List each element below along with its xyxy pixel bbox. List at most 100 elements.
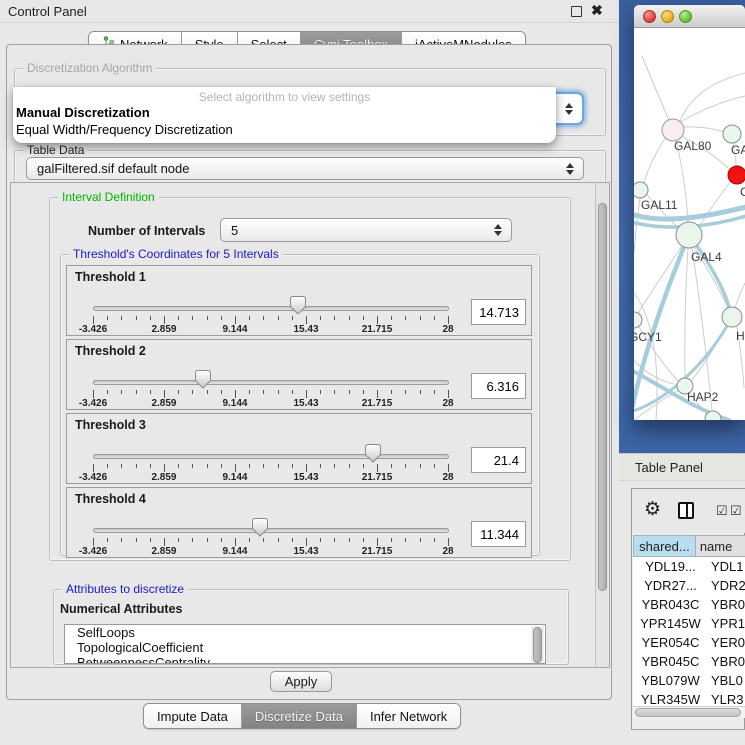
table-row[interactable]: YBR045CYBR0 <box>633 652 745 671</box>
table-data-value: galFiltered.sif default node <box>37 161 189 176</box>
algorithm-dropdown-popup: Select algorithm to view settings Manual… <box>13 87 556 143</box>
minimize-traffic-icon[interactable] <box>661 10 674 23</box>
attribute-list-item[interactable]: SelfLoops <box>65 625 545 640</box>
slider-handle[interactable] <box>290 296 306 315</box>
numerical-attributes-list[interactable]: SelfLoopsTopologicalCoefficientBetweenne… <box>64 624 546 664</box>
slider-tick <box>448 538 449 546</box>
close-icon[interactable]: ✖ <box>591 2 603 19</box>
attribute-list-item[interactable]: BetweennessCentrality <box>65 655 545 664</box>
close-traffic-icon[interactable] <box>643 10 656 23</box>
number-of-intervals-label: Number of Intervals <box>88 224 205 238</box>
float-window-icon[interactable] <box>571 6 582 17</box>
cell-shared-name: YER054C <box>633 635 708 650</box>
slider-tick <box>292 464 293 468</box>
threshold-title: Threshold 1 <box>75 270 146 284</box>
combo-spinner-icon[interactable] <box>565 94 575 123</box>
threshold-value-field[interactable] <box>471 299 526 325</box>
scrollbar-thumb[interactable] <box>635 708 741 717</box>
checkbox-icon[interactable]: ☑ <box>730 505 742 517</box>
network-node[interactable] <box>723 125 741 143</box>
table-row[interactable]: YLR345WYLR3 <box>633 690 745 706</box>
network-window-titlebar[interactable] <box>634 5 745 28</box>
network-node[interactable] <box>722 307 742 327</box>
combo-spinner-icon[interactable] <box>566 158 576 179</box>
threshold-panel: Threshold 4-3.4262.8599.14415.4321.71528 <box>66 487 532 558</box>
algorithm-option[interactable]: Equal Width/Frequency Discretization <box>16 122 233 137</box>
network-node[interactable] <box>728 166 745 184</box>
slider-tick <box>263 390 264 394</box>
threshold-value-field[interactable] <box>471 373 526 399</box>
slider-tick <box>377 538 378 546</box>
slider-tick <box>207 538 208 542</box>
network-node[interactable] <box>676 222 702 248</box>
network-node[interactable] <box>634 182 648 198</box>
slider-track[interactable] <box>93 306 449 311</box>
slider-tick <box>292 390 293 394</box>
slider-tick <box>434 390 435 394</box>
gear-icon[interactable]: ⚙ <box>644 498 661 521</box>
slider-tick <box>136 390 137 394</box>
cell-shared-name: YLR345W <box>633 692 708 706</box>
table-row[interactable]: YBR043CYBR0 <box>633 595 745 614</box>
slider-tick <box>136 538 137 542</box>
threshold-title: Threshold 2 <box>75 344 146 358</box>
table-row[interactable]: YBL079WYBL0 <box>633 671 745 690</box>
slider-tick <box>334 464 335 468</box>
tab-discretize-data[interactable]: Discretize Data <box>242 704 357 728</box>
zoom-traffic-icon[interactable] <box>679 10 692 23</box>
threshold-panel: Threshold 1-3.4262.8599.14415.4321.71528 <box>66 265 532 336</box>
threshold-value-field[interactable] <box>471 447 526 473</box>
slider-tick <box>363 316 364 320</box>
slider-tick <box>93 464 94 472</box>
network-view-frame: GAL80GACGAL11GAL4GCY1HHAP2 <box>619 0 745 453</box>
column-header-shared-name[interactable]: shared... <box>633 535 695 557</box>
column-header-name[interactable]: name <box>695 535 745 557</box>
network-node[interactable] <box>634 312 642 328</box>
table-row[interactable]: YDR27...YDR2 <box>633 576 745 595</box>
slider-tick <box>434 316 435 320</box>
slider-tick <box>405 538 406 542</box>
slider-tick <box>221 464 222 468</box>
scrollbar-thumb[interactable] <box>533 627 542 663</box>
network-node[interactable] <box>662 119 684 141</box>
slider-tick <box>263 464 264 468</box>
threshold-title: Threshold 3 <box>75 418 146 432</box>
slider-tick <box>334 390 335 394</box>
tab-impute-data[interactable]: Impute Data <box>144 704 242 728</box>
slider-handle[interactable] <box>195 370 211 389</box>
list-scrollbar[interactable] <box>531 626 544 664</box>
slider-track[interactable] <box>93 454 449 459</box>
network-edge <box>644 137 666 183</box>
network-edge <box>682 127 724 132</box>
cell-name: YPR1 <box>708 616 745 631</box>
tab-infer-network[interactable]: Infer Network <box>357 704 460 728</box>
slider-tick <box>434 538 435 542</box>
algorithm-option[interactable]: Manual Discretization <box>16 105 150 120</box>
vertical-scrollbar[interactable] <box>595 183 609 667</box>
attribute-list-item[interactable]: TopologicalCoefficient <box>65 640 545 655</box>
table-data-combobox[interactable]: galFiltered.sif default node <box>26 157 584 180</box>
network-canvas[interactable]: GAL80GACGAL11GAL4GCY1HHAP2 <box>634 28 745 420</box>
combo-spinner-icon[interactable] <box>494 219 504 241</box>
table-row[interactable]: YPR145WYPR1 <box>633 614 745 633</box>
slider-track[interactable] <box>93 528 449 533</box>
split-columns-icon[interactable] <box>678 502 694 519</box>
slider-tick <box>207 390 208 394</box>
slider-tick <box>178 390 179 394</box>
table-row[interactable]: YER054CYER0 <box>633 633 745 652</box>
threshold-value-field[interactable] <box>471 521 526 547</box>
number-of-intervals-combobox[interactable]: 5 <box>220 218 512 242</box>
slider-tick <box>405 464 406 468</box>
slider-track[interactable] <box>93 380 449 385</box>
scrollbar-thumb[interactable] <box>598 203 607 591</box>
node-table: ⚙ ☑ ☑ shared... name YDL19...YDL1YDR27..… <box>631 488 745 730</box>
slider-handle[interactable] <box>365 444 381 463</box>
slider-handle[interactable] <box>252 518 268 537</box>
slider-tick <box>107 538 108 542</box>
slider-tick <box>306 390 307 398</box>
slider-tick <box>150 464 151 468</box>
checkbox-icon[interactable]: ☑ <box>716 505 728 517</box>
apply-button[interactable]: Apply <box>270 671 332 692</box>
horizontal-scrollbar[interactable] <box>633 706 745 718</box>
table-row[interactable]: YDL19...YDL1 <box>633 557 745 576</box>
